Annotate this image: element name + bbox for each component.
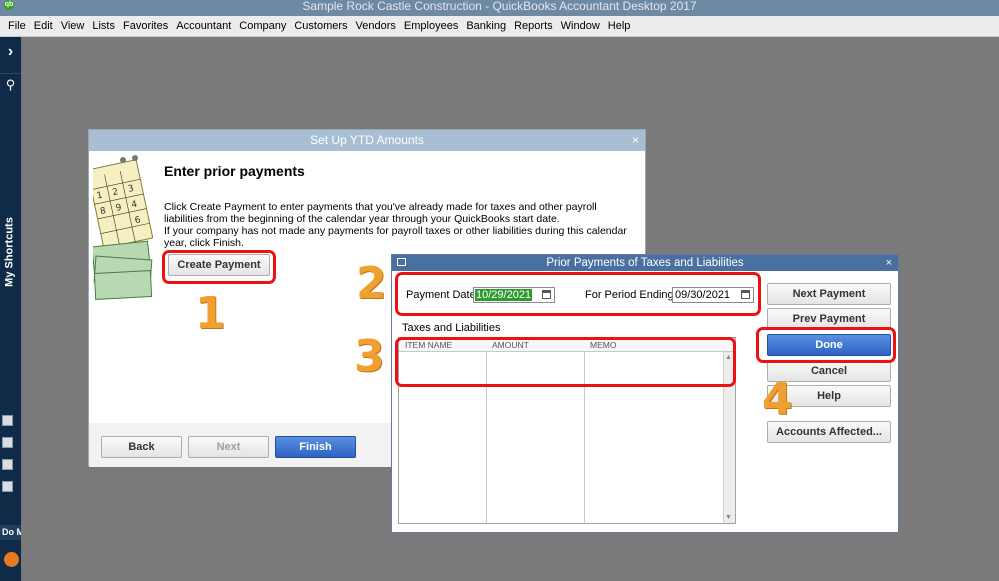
enter-prior-payments-heading: Enter prior payments [164, 163, 305, 179]
close-icon[interactable]: × [632, 130, 639, 151]
annotation-box-done [756, 327, 896, 363]
instructions-paragraph-2: If your company has not made any payment… [164, 225, 627, 249]
ytd-dialog-titlebar: Set Up YTD Amounts × [89, 130, 645, 151]
instructions-text: Click Create Payment to enter payments t… [164, 201, 634, 249]
step-number-1: 1 [195, 288, 226, 339]
chart-icon[interactable] [2, 459, 13, 470]
menu-customers[interactable]: Customers [294, 20, 347, 32]
step-number-4: 4 [762, 374, 793, 425]
annotation-box-table [395, 337, 736, 387]
prior-dialog-titlebar: Prior Payments of Taxes and Liabilities … [392, 255, 898, 271]
finish-button[interactable]: Finish [275, 436, 356, 458]
quickbooks-logo-icon: qb [4, 0, 14, 10]
shortcut-icon-1[interactable] [2, 415, 13, 426]
menu-view[interactable]: View [61, 20, 85, 32]
window-icon [397, 258, 406, 266]
search-icon[interactable]: ⚲ [0, 73, 21, 94]
close-icon[interactable]: × [886, 255, 892, 271]
next-payment-button[interactable]: Next Payment [767, 283, 891, 305]
annotation-box-create-payment [162, 250, 276, 284]
menu-reports[interactable]: Reports [514, 20, 553, 32]
left-icon-bar: › ⚲ My Shortcuts Do M [0, 37, 21, 581]
menu-bar: File Edit View Lists Favorites Accountan… [0, 16, 999, 37]
menu-help[interactable]: Help [608, 20, 631, 32]
step-number-3: 3 [354, 331, 385, 382]
shortcut-icon-4[interactable] [2, 481, 13, 492]
scroll-down-icon[interactable]: ▼ [725, 514, 732, 521]
next-button[interactable]: Next [188, 436, 269, 458]
expand-chevron-icon[interactable]: › [0, 41, 21, 62]
back-button[interactable]: Back [101, 436, 182, 458]
step-number-2: 2 [356, 258, 387, 309]
annotation-box-dates [395, 272, 761, 316]
prior-dialog-title: Prior Payments of Taxes and Liabilities [546, 257, 744, 269]
taxes-liabilities-label: Taxes and Liabilities [402, 322, 501, 334]
ytd-dialog-title: Set Up YTD Amounts [310, 133, 424, 147]
menu-favorites[interactable]: Favorites [123, 20, 168, 32]
menu-employees[interactable]: Employees [404, 20, 458, 32]
orange-app-icon[interactable] [4, 552, 19, 567]
window-title: Sample Rock Castle Construction - QuickB… [302, 0, 697, 13]
menu-window[interactable]: Window [561, 20, 600, 32]
my-shortcuts-label[interactable]: My Shortcuts [4, 210, 18, 295]
menu-banking[interactable]: Banking [466, 20, 506, 32]
menu-edit[interactable]: Edit [34, 20, 53, 32]
shortcut-icon-2[interactable] [2, 437, 13, 448]
menu-vendors[interactable]: Vendors [356, 20, 396, 32]
menu-lists[interactable]: Lists [92, 20, 115, 32]
window-titlebar: qb Sample Rock Castle Construction - Qui… [0, 0, 999, 16]
calendar-checks-illustration: 123 894 6 [93, 155, 153, 300]
menu-file[interactable]: File [8, 20, 26, 32]
menu-accountant[interactable]: Accountant [176, 20, 231, 32]
menu-company[interactable]: Company [239, 20, 286, 32]
instructions-paragraph-1: Click Create Payment to enter payments t… [164, 201, 597, 225]
do-more-tab[interactable]: Do M [0, 525, 21, 540]
